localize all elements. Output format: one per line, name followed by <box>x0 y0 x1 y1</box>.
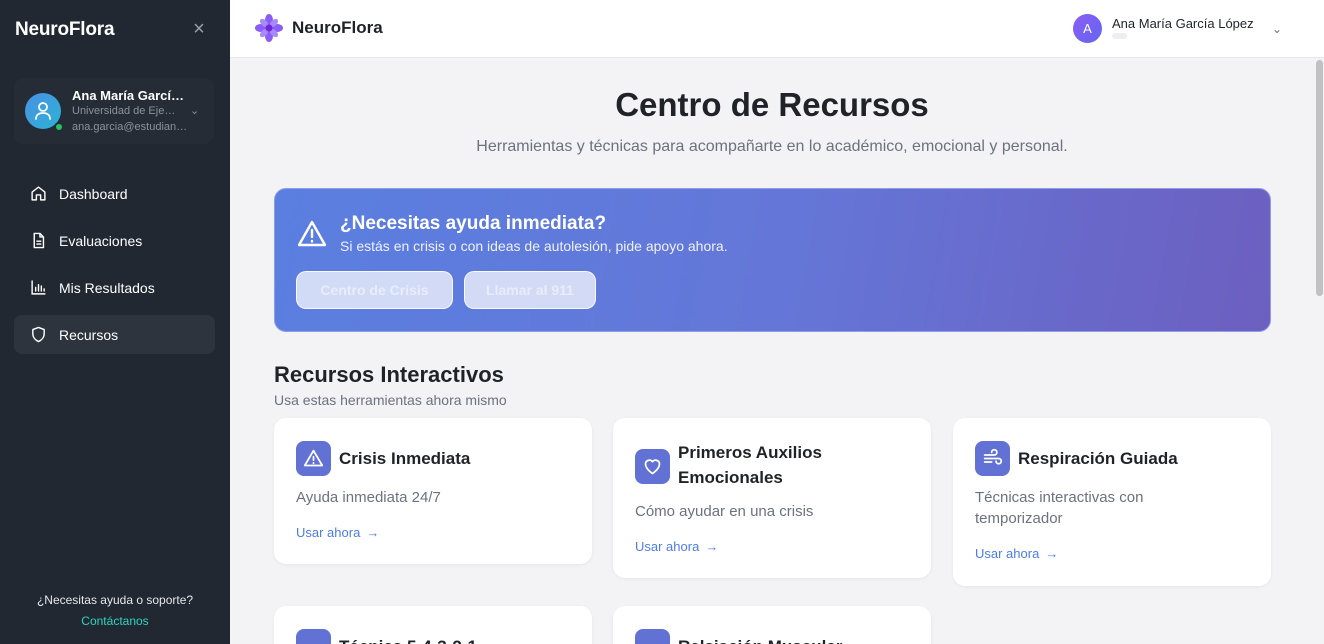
sidebar-brand: NeuroFlora <box>15 19 115 40</box>
close-icon[interactable]: × <box>190 19 208 39</box>
chevron-down-icon: ⌄ <box>190 105 200 117</box>
sidebar-item-label: Evaluaciones <box>59 232 143 249</box>
user-icon <box>35 102 51 120</box>
crisis-subtitle: Si estás en crisis o con ideas de autole… <box>340 238 728 254</box>
use-now-link[interactable]: Usar ahora → <box>296 525 379 540</box>
call-911-button[interactable]: Llamar al 911 <box>464 271 596 309</box>
card-icon-box <box>296 441 331 476</box>
crisis-center-button[interactable]: Centro de Crisis <box>296 271 453 309</box>
link-label: Usar ahora <box>296 525 361 540</box>
warning-icon <box>303 449 324 467</box>
sidebar-item-mis-resultados[interactable]: Mis Resultados <box>14 268 215 307</box>
user-name: Ana María García López <box>72 88 190 103</box>
card-icon-box <box>975 441 1010 476</box>
online-status-dot <box>54 122 64 132</box>
scrollbar-thumb[interactable] <box>1316 60 1323 296</box>
flower-logo-icon <box>255 14 283 42</box>
crisis-title: ¿Necesitas ayuda inmediata? <box>340 213 607 234</box>
link-label: Usar ahora <box>975 546 1040 561</box>
use-now-link[interactable]: Usar ahora → <box>975 546 1058 561</box>
home-icon <box>31 186 46 201</box>
card-title: Crisis Inmediata <box>339 449 471 468</box>
resource-card-primeros-auxilios[interactable]: Primeros Auxilios Emocionales Cómo ayuda… <box>613 418 931 578</box>
crisis-banner: ¿Necesitas ayuda inmediata? Si estás en … <box>274 188 1271 332</box>
link-label: Usar ahora <box>635 539 700 554</box>
topbar-user-name[interactable]: Ana María García López <box>1112 16 1254 31</box>
sidebar-item-evaluaciones[interactable]: Evaluaciones <box>14 221 215 260</box>
card-title: Relajación Muscular <box>678 634 842 644</box>
use-now-link[interactable]: Usar ahora → <box>635 539 718 554</box>
topbar-user-subtitle-placeholder <box>1112 33 1127 39</box>
card-icon-box <box>635 629 670 644</box>
chevron-down-icon[interactable]: ⌄ <box>1272 22 1282 36</box>
card-icon-box <box>635 449 670 484</box>
sidebar-item-label: Mis Resultados <box>59 279 155 296</box>
sidebar-item-recursos[interactable]: Recursos <box>14 315 215 354</box>
wind-icon <box>983 448 1003 465</box>
card-icon-box <box>296 629 331 644</box>
card-description: Cómo ayudar en una crisis <box>635 503 814 520</box>
card-description: Técnicas interactivas con temporizador <box>975 489 1144 527</box>
top-bar: NeuroFlora A Ana María García López ⌄ <box>230 0 1324 58</box>
resource-card-crisis-inmediata[interactable]: Crisis Inmediata Ayuda inmediata 24/7 Us… <box>274 418 592 564</box>
page-subtitle: Herramientas y técnicas para acompañarte… <box>476 138 1068 155</box>
shield-icon <box>32 326 45 343</box>
resource-card-tecnica-54321[interactable]: Técnica 5-4-3-2-1 <box>274 606 592 644</box>
user-email: ana.garcia@estudiantes.edu <box>72 121 188 133</box>
section-subtitle: Usa estas herramientas ahora mismo <box>274 392 507 408</box>
sidebar: NeuroFlora × Ana María García López Univ… <box>0 0 230 644</box>
arrow-right-icon: → <box>705 539 719 554</box>
help-text: ¿Necesitas ayuda o soporte? <box>36 593 194 607</box>
bar-chart-icon <box>31 280 46 295</box>
document-icon <box>33 232 45 249</box>
warning-icon <box>297 220 327 247</box>
arrow-right-icon: → <box>366 525 380 540</box>
section-title: Recursos Interactivos <box>274 362 504 387</box>
resource-card-respiracion-guiada[interactable]: Respiración Guiada Técnicas interactivas… <box>953 418 1271 586</box>
topbar-brand: NeuroFlora <box>292 18 383 37</box>
sidebar-item-label: Dashboard <box>59 185 128 202</box>
sidebar-item-dashboard[interactable]: Dashboard <box>14 174 215 213</box>
contact-link[interactable]: Contáctanos <box>0 614 230 628</box>
heart-icon <box>644 459 661 475</box>
resource-card-relajacion-muscular[interactable]: Relajación Muscular <box>613 606 931 644</box>
card-title: Respiración Guiada <box>1018 449 1178 468</box>
card-title: Primeros Auxilios Emocionales <box>678 443 822 487</box>
topbar-avatar[interactable]: A <box>1073 14 1102 43</box>
page-title: Centro de Recursos <box>615 86 929 123</box>
sidebar-item-label: Recursos <box>59 326 119 343</box>
user-university: Universidad de Ejemplo <box>72 105 180 117</box>
arrow-right-icon: → <box>1045 546 1059 561</box>
card-description: Ayuda inmediata 24/7 <box>296 489 441 506</box>
user-card[interactable]: Ana María García López Universidad de Ej… <box>14 78 214 144</box>
card-title: Técnica 5-4-3-2-1 <box>339 634 477 644</box>
scrollbar[interactable] <box>1314 58 1324 644</box>
